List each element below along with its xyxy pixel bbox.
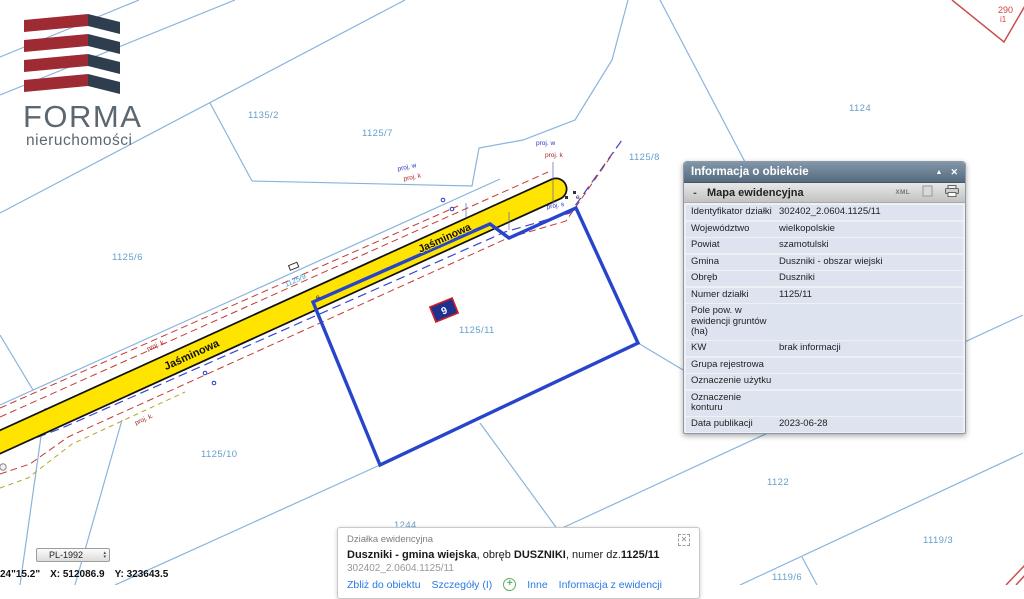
map-ewidencyjna-section-header[interactable]: - Mapa ewidencyjna XML — [684, 183, 965, 203]
page-icon[interactable] — [922, 185, 933, 200]
crs-selected-value: PL-1992 — [49, 550, 83, 560]
parcel-label: 1125/11 — [459, 325, 495, 336]
table-row: Województwowielkopolskie — [686, 222, 963, 237]
parcel-label: 1124 — [849, 103, 871, 114]
spinner-icon: ▴▾ — [103, 551, 106, 559]
table-row: Data publikacji2023-06-28 — [686, 417, 963, 432]
forma-logo-title: FORMA — [23, 99, 142, 134]
popup-object-id: 302402_2.0604.1125/11 — [347, 563, 690, 574]
svg-text:proj. k.: proj. k. — [146, 338, 167, 352]
parcel-label: 1135/2 — [248, 110, 279, 121]
svg-text:proj. w: proj. w — [397, 162, 417, 173]
svg-text:proj. k: proj. k — [403, 172, 423, 183]
address-marker[interactable]: 9 — [430, 298, 458, 322]
parcel-label: 1119/6 — [772, 572, 802, 583]
xml-export-button[interactable]: XML — [895, 189, 910, 196]
coordinate-readout: 24"15.2" X: 512086.9 Y: 323643.5 — [0, 569, 178, 580]
table-row: Powiatszamotulski — [686, 238, 963, 253]
coordinate-fragment: 24"15.2" — [0, 569, 40, 580]
info-panel-titlebar[interactable]: Informacja o obiekcie ▲ ✕ — [684, 162, 965, 183]
coordinate-y: Y: 323643.5 — [115, 569, 169, 580]
svg-text:e: e — [316, 294, 320, 301]
minimize-icon[interactable]: ▲ — [936, 168, 943, 177]
popup-close-icon[interactable]: ✕ — [678, 534, 690, 546]
selected-parcel-outline[interactable] — [313, 208, 638, 465]
geoportal-app: { "colors":{ "road_fill":"#ffe400", "sel… — [0, 0, 1024, 585]
popup-type-label: Działka ewidencyjna — [347, 534, 433, 545]
print-icon[interactable] — [945, 185, 959, 200]
table-row: ObrębDuszniki — [686, 271, 963, 286]
coordinate-x: X: 512086.9 — [50, 569, 105, 580]
parcel-label: 1125/8 — [629, 152, 660, 163]
table-row: Pole pow. w ewidencji gruntów (ha) — [686, 304, 963, 340]
parcel-label: 1119/3 — [923, 535, 953, 546]
red-parcel-subnumber: i1 — [1000, 15, 1007, 24]
svg-text:e: e — [576, 194, 580, 201]
forma-logo-subtitle: nieruchomości — [26, 132, 132, 149]
object-info-panel: Informacja o obiekcie ▲ ✕ - Mapa ewidenc… — [683, 161, 966, 434]
section-title: Mapa ewidencyjna — [707, 187, 888, 199]
table-row: Grupa rejestrowa — [686, 358, 963, 373]
parcel-label: 1125/7 — [362, 128, 393, 139]
red-parcel-number: 290 — [998, 5, 1013, 15]
crs-selector[interactable]: PL-1992 ▴▾ — [36, 548, 110, 562]
svg-text:proj. w: proj. w — [536, 140, 555, 147]
table-row: GminaDuszniki - obszar wiejski — [686, 255, 963, 270]
svg-text:1125/9: 1125/9 — [283, 271, 307, 288]
parcel-label: 1125/10 — [201, 449, 237, 460]
table-row: Oznaczenie użytku — [686, 374, 963, 389]
parcel-popup: Działka ewidencyjna ✕ Duszniki - gmina w… — [337, 527, 700, 599]
close-icon[interactable]: ✕ — [950, 168, 958, 177]
attribute-rows: Identyfikator działki302402_2.0604.1125/… — [684, 203, 965, 434]
collapse-icon[interactable]: - — [690, 187, 700, 199]
table-row: Identyfikator działki302402_2.0604.1125/… — [686, 205, 963, 220]
table-row: KWbrak informacji — [686, 341, 963, 356]
info-panel-title: Informacja o obiekcie — [691, 166, 809, 178]
forma-logo: FORMA nieruchomości — [23, 14, 142, 149]
svg-text:proj. k: proj. k — [545, 152, 563, 159]
table-row: Oznaczenie konturu — [686, 391, 963, 416]
popup-title: Duszniki - gmina wiejska, obręb DUSZNIKI… — [347, 549, 690, 561]
forma-logo-building-icon — [24, 14, 120, 94]
parcel-label: 1125/6 — [112, 252, 143, 263]
road-jasminowa — [0, 189, 556, 452]
table-row: Numer działki1125/11 — [686, 288, 963, 303]
parcel-label: 1122 — [767, 477, 789, 488]
